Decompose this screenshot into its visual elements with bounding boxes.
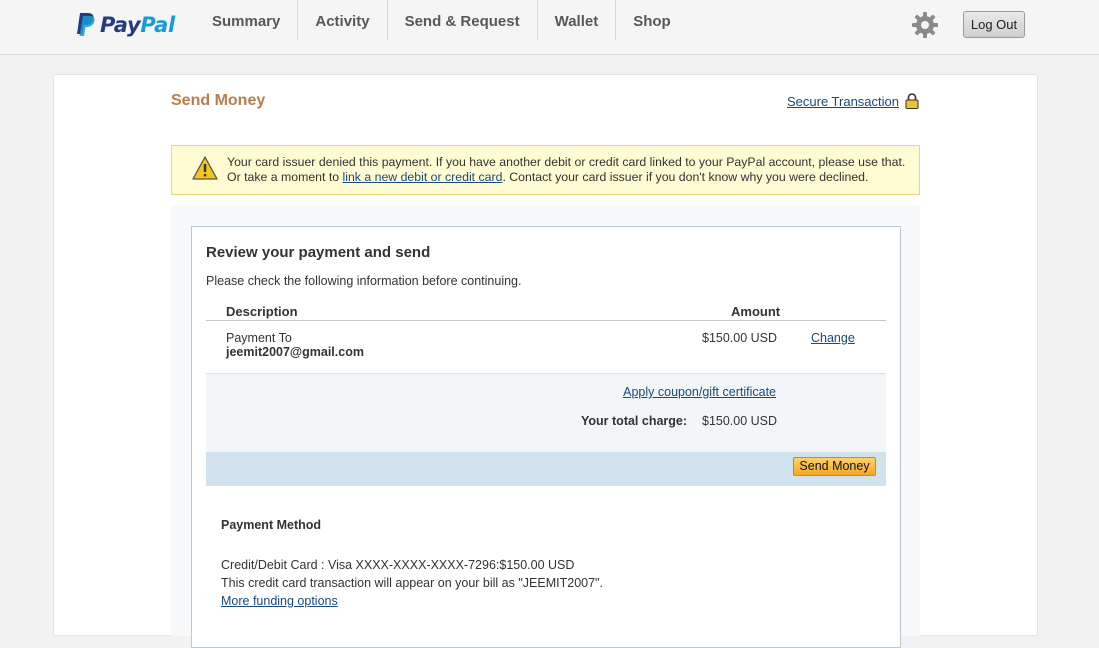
card-details: Credit/Debit Card : Visa XXXX-XXXX-XXXX-…	[221, 558, 575, 572]
page-title: Send Money	[171, 92, 266, 109]
secure-transaction: Secure Transaction	[787, 93, 919, 109]
top-navigation: PayPal Summary Activity Send & Request W…	[0, 0, 1099, 55]
nav-activity[interactable]: Activity	[297, 0, 386, 40]
brand-wordmark: PayPal	[100, 13, 175, 37]
total-charge-label: Your total charge:	[581, 414, 688, 428]
nav-send-request[interactable]: Send & Request	[386, 0, 537, 40]
apply-coupon-link[interactable]: Apply coupon/gift certificate	[623, 385, 776, 399]
more-funding-options-link[interactable]: More funding options	[221, 594, 338, 608]
billing-descriptor: This credit card transaction will appear…	[221, 576, 603, 590]
send-money-button[interactable]: Send Money	[793, 457, 876, 476]
column-header-description: Description	[226, 304, 298, 319]
paypal-logo[interactable]: PayPal	[74, 10, 175, 40]
review-subtitle: Please check the following information b…	[206, 274, 522, 288]
review-title: Review your payment and send	[206, 244, 431, 261]
warning-icon	[192, 156, 218, 180]
link-new-card[interactable]: link a new debit or credit card	[343, 170, 503, 184]
error-alert: Your card issuer denied this payment. If…	[171, 145, 920, 195]
lock-icon	[905, 93, 919, 109]
send-bar: Send Money	[206, 452, 886, 486]
payment-amount: $150.00 USD	[702, 331, 778, 345]
change-link[interactable]: Change	[811, 331, 855, 345]
column-header-amount: Amount	[731, 304, 781, 319]
main-card: Send Money Secure Transaction Your card …	[53, 74, 1038, 648]
divider	[206, 320, 886, 321]
total-charge-amount: $150.00 USD	[702, 414, 778, 428]
nav-summary[interactable]: Summary	[195, 0, 297, 40]
recipient-email: jeemit2007@gmail.com	[226, 345, 364, 359]
logout-button[interactable]: Log Out	[963, 11, 1025, 38]
nav-shop[interactable]: Shop	[615, 0, 688, 40]
main-nav: Summary Activity Send & Request Wallet S…	[195, 0, 688, 40]
payment-to-label: Payment To	[226, 331, 292, 345]
payment-method-title: Payment Method	[221, 518, 322, 532]
nav-wallet[interactable]: Wallet	[536, 0, 616, 40]
secure-transaction-link[interactable]: Secure Transaction	[787, 94, 899, 109]
gear-icon[interactable]	[911, 11, 939, 39]
total-section: Apply coupon/gift certificate Your total…	[206, 373, 886, 453]
alert-message: Your card issuer denied this payment. If…	[227, 155, 906, 184]
payment-recipient: Payment To jeemit2007@gmail.com	[226, 331, 364, 359]
paypal-p-icon	[77, 13, 95, 36]
review-panel: Review your payment and send Please chec…	[191, 226, 901, 648]
